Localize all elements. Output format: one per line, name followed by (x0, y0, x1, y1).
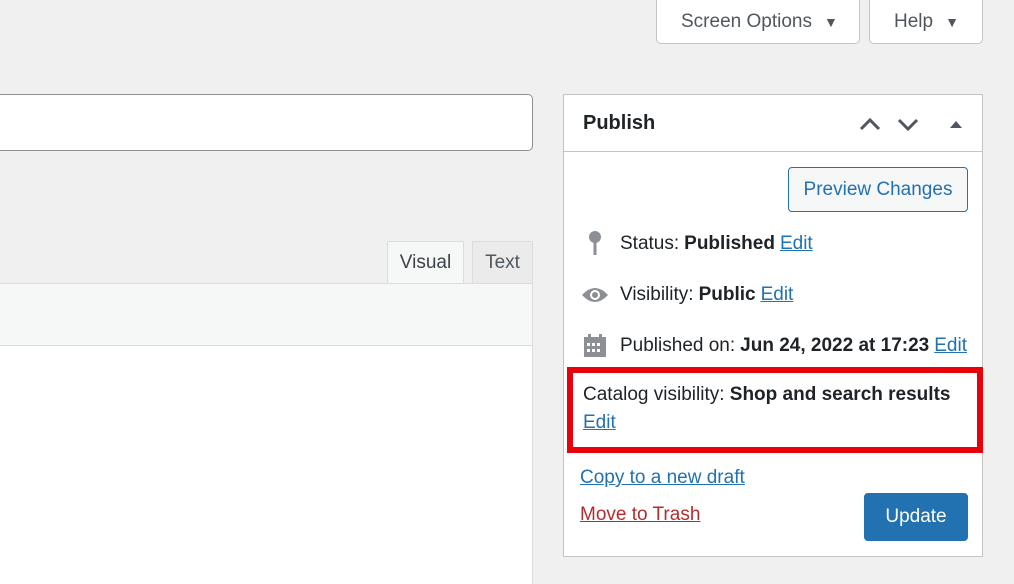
catalog-visibility-label: Catalog visibility: (583, 384, 725, 405)
pin-icon (580, 229, 610, 259)
visibility-row: Visibility: Public Edit (580, 280, 793, 310)
status-edit-link[interactable]: Edit (780, 233, 813, 255)
chevron-down-icon[interactable] (895, 111, 921, 137)
caret-down-icon: ▼ (823, 13, 838, 30)
triangle-up-icon[interactable] (943, 111, 969, 137)
calendar-icon (580, 331, 610, 361)
visibility-value: Public (698, 284, 756, 305)
help-button[interactable]: Help ▼ (869, 0, 983, 44)
screen-options-button[interactable]: Screen Options ▼ (656, 0, 860, 44)
help-label: Help (894, 10, 934, 32)
catalog-visibility-edit-link[interactable]: Edit (583, 412, 616, 433)
status-label: Status: (620, 233, 680, 254)
publish-header: Publish (564, 95, 982, 152)
catalog-visibility-row: Catalog visibility: Shop and search resu… (567, 367, 983, 453)
eye-icon (580, 280, 610, 310)
screen-options-label: Screen Options (681, 10, 812, 32)
preview-changes-button[interactable]: Preview Changes (788, 167, 968, 212)
tab-visual[interactable]: Visual (387, 241, 464, 284)
visibility-edit-link[interactable]: Edit (761, 284, 794, 306)
post-title-input[interactable] (0, 94, 533, 151)
published-on-edit-link[interactable]: Edit (934, 335, 967, 357)
caret-down-icon: ▼ (945, 13, 959, 30)
publish-panel: Publish Preview Changes Status: Publishe… (563, 94, 983, 557)
status-row: Status: Published Edit (580, 229, 813, 259)
published-on-label: Published on: (620, 335, 736, 356)
catalog-visibility-value: Shop and search results (729, 384, 951, 405)
published-on-value: Jun 24, 2022 at 17:23 (740, 335, 930, 356)
publish-title: Publish (583, 112, 656, 134)
visibility-label: Visibility: (620, 284, 694, 305)
editor-toolbar (0, 284, 532, 346)
published-on-row: Published on: Jun 24, 2022 at 17:23 Edit (580, 331, 967, 361)
move-to-trash-link[interactable]: Move to Trash (580, 504, 700, 526)
status-value: Published (684, 233, 775, 254)
tab-text[interactable]: Text (472, 241, 533, 284)
copy-to-draft-link[interactable]: Copy to a new draft (580, 467, 745, 489)
update-button[interactable]: Update (864, 493, 968, 541)
content-editor[interactable] (0, 283, 533, 584)
chevron-up-icon[interactable] (857, 111, 883, 137)
